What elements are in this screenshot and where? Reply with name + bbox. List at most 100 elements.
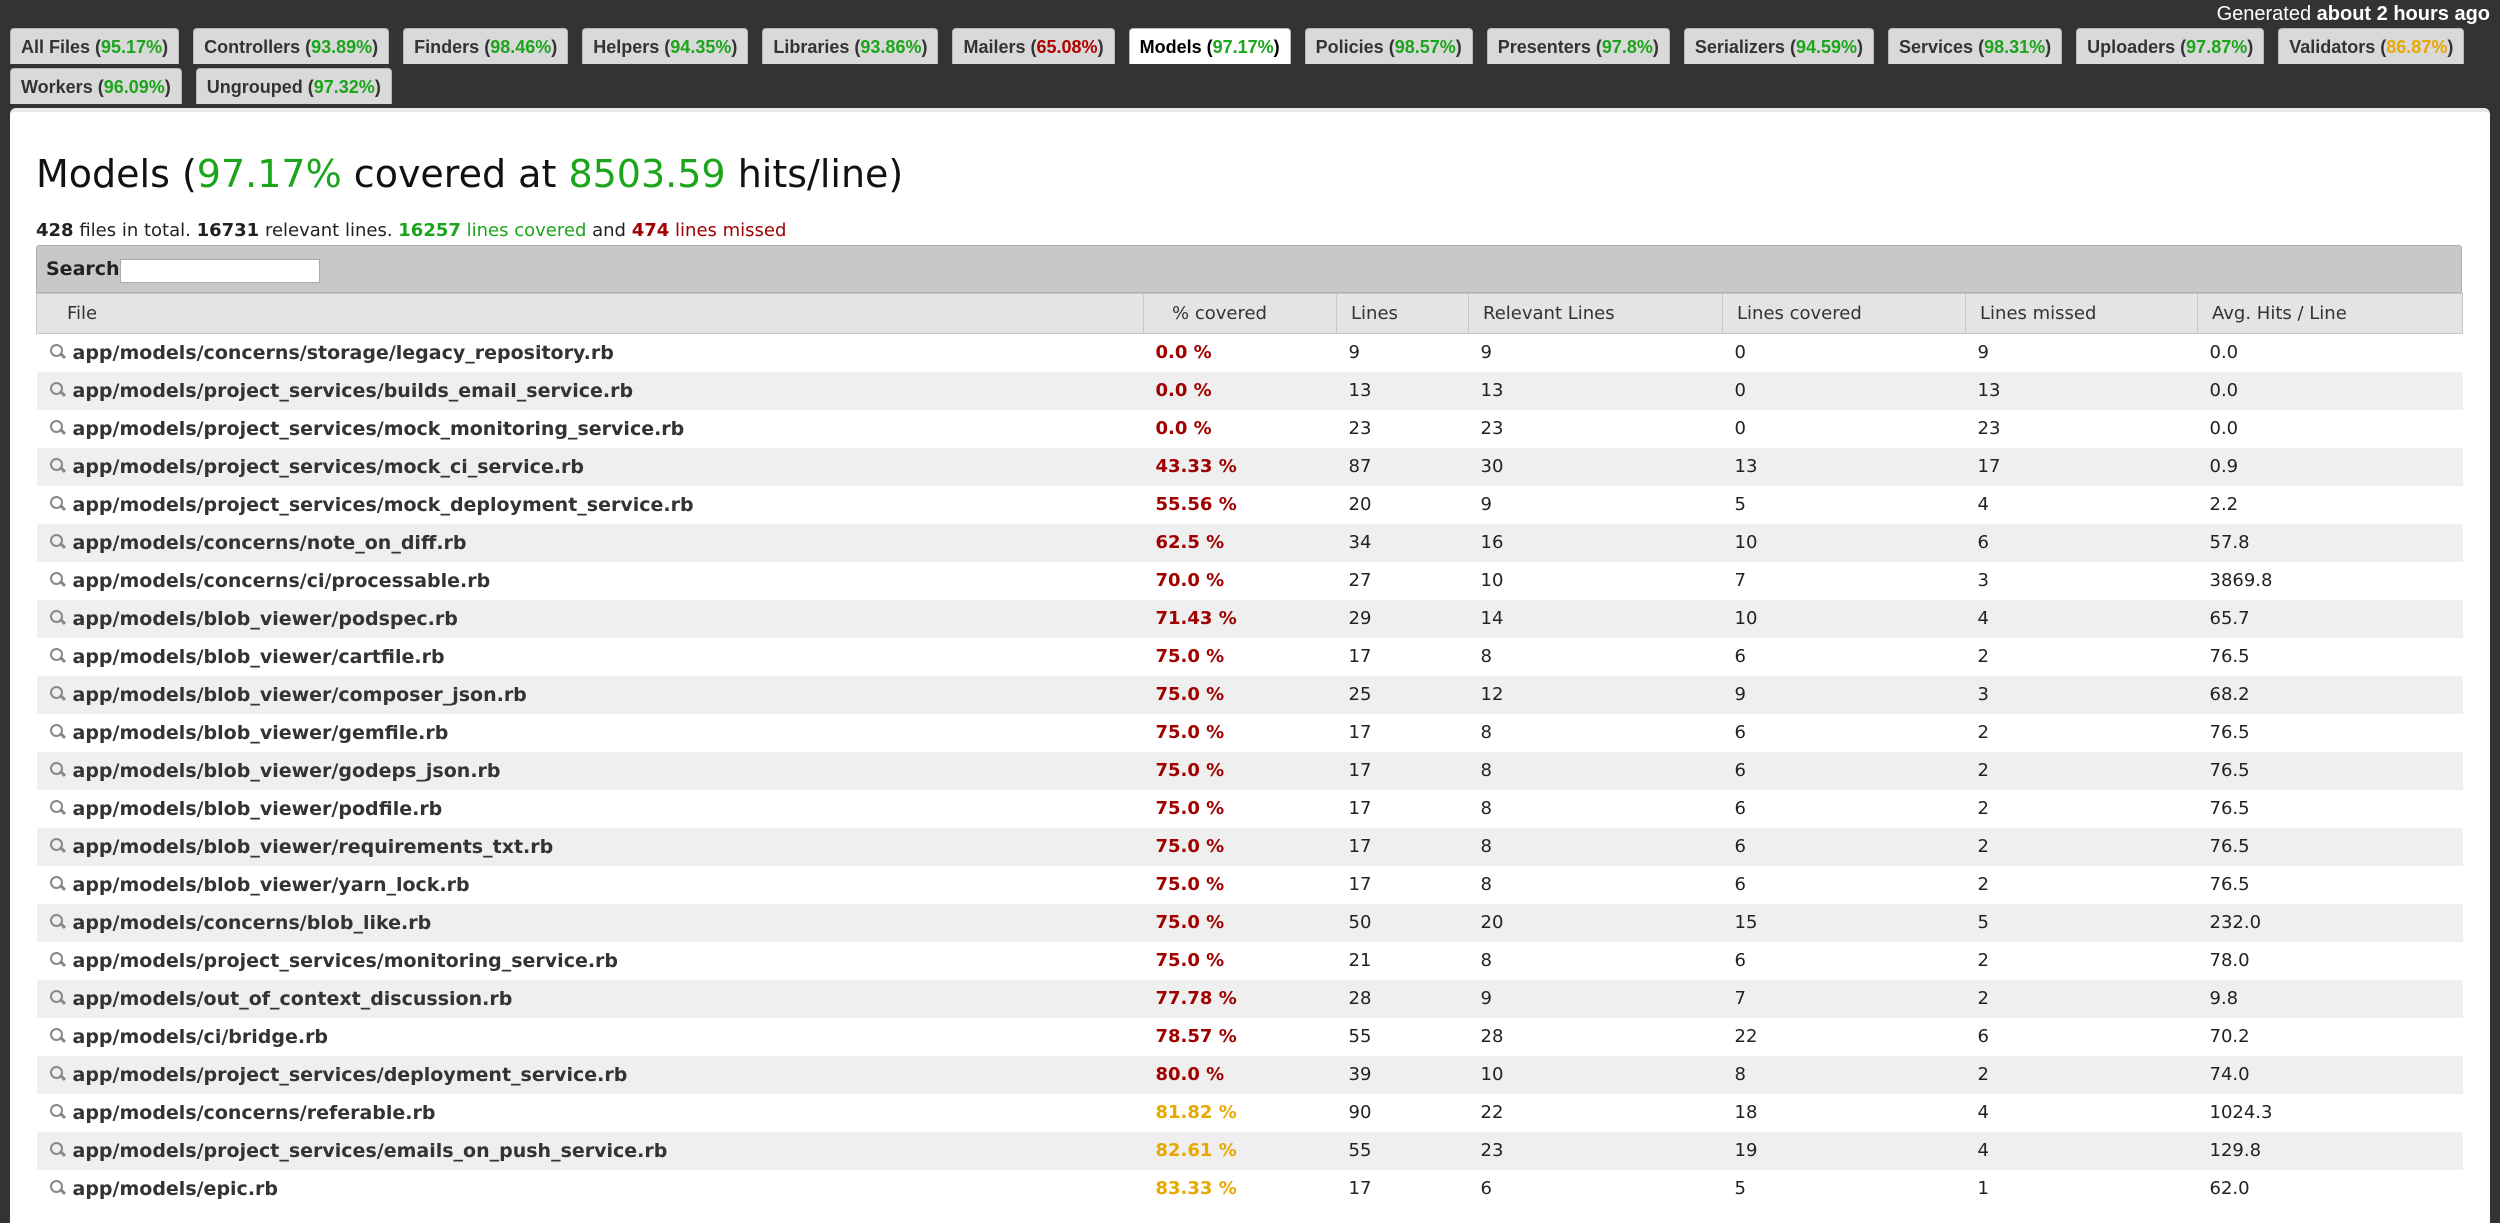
file-link[interactable]: app/models/blob_viewer/yarn_lock.rb bbox=[73, 874, 470, 896]
file-cell[interactable]: app/models/blob_viewer/requirements_txt.… bbox=[36, 827, 1144, 866]
column-header-avg-hits[interactable]: Avg. Hits / Line bbox=[2197, 293, 2463, 334]
magnifier-icon[interactable] bbox=[47, 723, 69, 741]
magnifier-icon[interactable] bbox=[47, 875, 69, 893]
lines-cell: 23 bbox=[1336, 409, 1469, 448]
magnifier-icon[interactable] bbox=[47, 419, 69, 437]
tab-finders[interactable]: Finders (98.46%) bbox=[403, 28, 569, 64]
tab-services[interactable]: Services (98.31%) bbox=[1888, 28, 2063, 64]
file-cell[interactable]: app/models/blob_viewer/podfile.rb bbox=[36, 789, 1144, 828]
column-header-relevant-lines[interactable]: Relevant Lines bbox=[1468, 293, 1723, 334]
file-cell[interactable]: app/models/blob_viewer/yarn_lock.rb bbox=[36, 865, 1144, 904]
magnifier-icon[interactable] bbox=[47, 343, 69, 361]
magnifier-icon[interactable] bbox=[47, 913, 69, 931]
column-header-file[interactable]: File bbox=[36, 293, 1144, 334]
tab-controllers[interactable]: Controllers (93.89%) bbox=[193, 28, 390, 64]
magnifier-icon[interactable] bbox=[47, 647, 69, 665]
tab-presenters[interactable]: Presenters (97.8%) bbox=[1486, 28, 1670, 64]
relevant-lines-cell: 28 bbox=[1468, 1017, 1723, 1056]
file-cell[interactable]: app/models/concerns/blob_like.rb bbox=[36, 903, 1144, 942]
tab-ungrouped[interactable]: Ungrouped (97.32%) bbox=[195, 68, 392, 104]
file-link[interactable]: app/models/blob_viewer/gemfile.rb bbox=[73, 722, 449, 744]
file-link[interactable]: app/models/ci/bridge.rb bbox=[73, 1026, 329, 1048]
file-cell[interactable]: app/models/blob_viewer/cartfile.rb bbox=[36, 637, 1144, 676]
magnifier-icon[interactable] bbox=[47, 761, 69, 779]
file-link[interactable]: app/models/concerns/ci/processable.rb bbox=[73, 570, 491, 592]
file-link[interactable]: app/models/project_services/deployment_s… bbox=[73, 1064, 628, 1086]
magnifier-icon[interactable] bbox=[47, 609, 69, 627]
tab-serializers[interactable]: Serializers (94.59%) bbox=[1683, 28, 1874, 64]
file-cell[interactable]: app/models/project_services/mock_deploym… bbox=[36, 485, 1144, 524]
file-link[interactable]: app/models/project_services/mock_ci_serv… bbox=[73, 456, 585, 478]
pct-covered-cell: 78.57 % bbox=[1143, 1017, 1337, 1056]
file-link[interactable]: app/models/project_services/builds_email… bbox=[73, 380, 634, 402]
tab-validators[interactable]: Validators (86.87%) bbox=[2278, 28, 2465, 64]
file-cell[interactable]: app/models/project_services/mock_ci_serv… bbox=[36, 447, 1144, 486]
lines-cell: 17 bbox=[1336, 637, 1469, 676]
magnifier-icon[interactable] bbox=[47, 989, 69, 1007]
file-cell[interactable]: app/models/blob_viewer/composer_json.rb bbox=[36, 675, 1144, 714]
file-cell[interactable]: app/models/project_services/monitoring_s… bbox=[36, 941, 1144, 980]
file-cell[interactable]: app/models/concerns/note_on_diff.rb bbox=[36, 523, 1144, 562]
file-link[interactable]: app/models/blob_viewer/podfile.rb bbox=[73, 798, 443, 820]
file-link[interactable]: app/models/blob_viewer/godeps_json.rb bbox=[73, 760, 501, 782]
file-link[interactable]: app/models/project_services/mock_monitor… bbox=[73, 418, 685, 440]
tab-all-files[interactable]: All Files (95.17%) bbox=[10, 28, 180, 64]
file-cell[interactable]: app/models/project_services/deployment_s… bbox=[36, 1055, 1144, 1094]
file-link[interactable]: app/models/blob_viewer/podspec.rb bbox=[73, 608, 458, 630]
lines-cell: 25 bbox=[1336, 675, 1469, 714]
file-link[interactable]: app/models/concerns/blob_like.rb bbox=[73, 912, 432, 934]
file-link[interactable]: app/models/project_services/monitoring_s… bbox=[73, 950, 619, 972]
file-link[interactable]: app/models/project_services/emails_on_pu… bbox=[73, 1140, 668, 1162]
search-input[interactable] bbox=[120, 259, 320, 283]
file-cell[interactable]: app/models/blob_viewer/godeps_json.rb bbox=[36, 751, 1144, 790]
table-row: app/models/epic.rb 83.33 % 17 6 5 1 62.0 bbox=[36, 1169, 2463, 1208]
column-header-lines[interactable]: Lines bbox=[1336, 293, 1469, 334]
tab-helpers[interactable]: Helpers (94.35%) bbox=[582, 28, 749, 64]
magnifier-icon[interactable] bbox=[47, 799, 69, 817]
magnifier-icon[interactable] bbox=[47, 1027, 69, 1045]
file-link[interactable]: app/models/concerns/storage/legacy_repos… bbox=[73, 342, 614, 364]
file-link[interactable]: app/models/epic.rb bbox=[73, 1178, 279, 1200]
file-link[interactable]: app/models/concerns/note_on_diff.rb bbox=[73, 532, 467, 554]
magnifier-icon[interactable] bbox=[47, 951, 69, 969]
magnifier-icon[interactable] bbox=[47, 533, 69, 551]
magnifier-icon[interactable] bbox=[47, 495, 69, 513]
tab-models[interactable]: Models (97.17%) bbox=[1128, 28, 1291, 64]
lines-cell: 17 bbox=[1336, 713, 1469, 752]
magnifier-icon[interactable] bbox=[47, 1179, 69, 1197]
file-link[interactable]: app/models/out_of_context_discussion.rb bbox=[73, 988, 513, 1010]
file-cell[interactable]: app/models/project_services/builds_email… bbox=[36, 371, 1144, 410]
magnifier-icon[interactable] bbox=[47, 1103, 69, 1121]
column-header-lines-covered[interactable]: Lines covered bbox=[1722, 293, 1966, 334]
file-cell[interactable]: app/models/blob_viewer/gemfile.rb bbox=[36, 713, 1144, 752]
column-header-pct-covered[interactable]: % covered bbox=[1143, 293, 1337, 334]
magnifier-icon[interactable] bbox=[47, 1141, 69, 1159]
column-header-lines-missed[interactable]: Lines missed bbox=[1965, 293, 2198, 334]
file-link[interactable]: app/models/concerns/referable.rb bbox=[73, 1102, 436, 1124]
file-cell[interactable]: app/models/project_services/emails_on_pu… bbox=[36, 1131, 1144, 1170]
magnifier-icon[interactable] bbox=[47, 1065, 69, 1083]
tab-uploaders[interactable]: Uploaders (97.87%) bbox=[2076, 28, 2265, 64]
file-cell[interactable]: app/models/concerns/ci/processable.rb bbox=[36, 561, 1144, 600]
magnifier-icon[interactable] bbox=[47, 837, 69, 855]
file-cell[interactable]: app/models/concerns/storage/legacy_repos… bbox=[36, 333, 1144, 372]
file-link[interactable]: app/models/project_services/mock_deploym… bbox=[73, 494, 694, 516]
tab-policies[interactable]: Policies (98.57%) bbox=[1304, 28, 1473, 64]
magnifier-icon[interactable] bbox=[47, 571, 69, 589]
file-link[interactable]: app/models/blob_viewer/requirements_txt.… bbox=[73, 836, 554, 858]
magnifier-icon[interactable] bbox=[47, 457, 69, 475]
file-cell[interactable]: app/models/blob_viewer/podspec.rb bbox=[36, 599, 1144, 638]
magnifier-icon[interactable] bbox=[47, 381, 69, 399]
magnifier-icon[interactable] bbox=[47, 685, 69, 703]
file-cell[interactable]: app/models/project_services/mock_monitor… bbox=[36, 409, 1144, 448]
file-cell[interactable]: app/models/ci/bridge.rb bbox=[36, 1017, 1144, 1056]
file-cell[interactable]: app/models/out_of_context_discussion.rb bbox=[36, 979, 1144, 1018]
file-link[interactable]: app/models/blob_viewer/cartfile.rb bbox=[73, 646, 445, 668]
tab-libraries[interactable]: Libraries (93.86%) bbox=[762, 28, 939, 64]
file-cell[interactable]: app/models/epic.rb bbox=[36, 1169, 1144, 1208]
tab-workers[interactable]: Workers (96.09%) bbox=[10, 68, 182, 104]
lines-cell: 17 bbox=[1336, 751, 1469, 790]
file-cell[interactable]: app/models/concerns/referable.rb bbox=[36, 1093, 1144, 1132]
tab-mailers[interactable]: Mailers (65.08%) bbox=[952, 28, 1115, 64]
file-link[interactable]: app/models/blob_viewer/composer_json.rb bbox=[73, 684, 527, 706]
